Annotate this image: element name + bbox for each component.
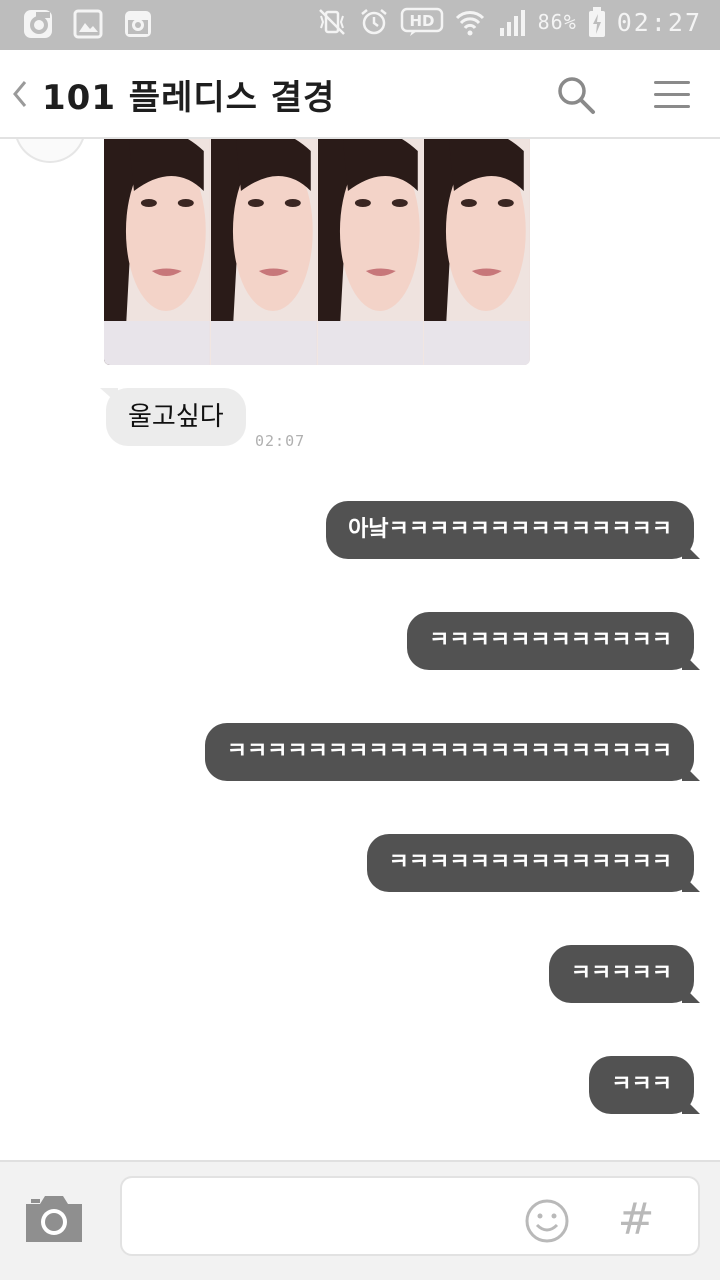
chat-header: 101 플레디스 결경 (0, 50, 720, 139)
hashtag-search-button[interactable]: # (614, 1196, 658, 1244)
message-list[interactable]: 울고싶다 02:07 아낰ㅋㅋㅋㅋㅋㅋㅋㅋㅋㅋㅋㅋㅋㅋ ㅋㅋㅋㅋㅋㅋㅋㅋㅋㅋㅋㅋ… (0, 139, 720, 1160)
image-panel (424, 139, 530, 365)
search-icon[interactable] (555, 74, 597, 116)
status-bar: HD 86% 02:27 (0, 0, 720, 50)
outgoing-bubble-tail (682, 541, 700, 559)
outgoing-bubble-tail (682, 985, 700, 1003)
hd-voice-icon: HD (400, 7, 443, 36)
signal-icon (499, 10, 525, 36)
outgoing-bubble-tail (682, 763, 700, 781)
outgoing-bubble-tail (682, 652, 700, 670)
message-input-bar: # (0, 1160, 720, 1280)
gallery-icon (73, 9, 103, 39)
wifi-icon (455, 11, 484, 36)
message-timestamp: 02:07 (255, 432, 306, 450)
image-panel (104, 139, 211, 365)
outgoing-message-bubble[interactable]: ㅋㅋㅋㅋㅋㅋㅋㅋㅋㅋㅋㅋㅋㅋㅋㅋㅋㅋㅋㅋㅋㅋ (204, 723, 694, 781)
opera-icon (24, 10, 52, 38)
chat-title: 101 플레디스 결경 (42, 78, 336, 118)
svg-text:HD: HD (409, 12, 434, 30)
sender-avatar[interactable] (14, 139, 86, 163)
outgoing-message-bubble[interactable]: 아낰ㅋㅋㅋㅋㅋㅋㅋㅋㅋㅋㅋㅋㅋㅋ (326, 501, 694, 559)
smiley-icon[interactable] (524, 1198, 570, 1244)
outgoing-bubble-tail (682, 1096, 700, 1114)
status-bar-notifications (22, 8, 154, 40)
vibrate-mute-icon (318, 9, 345, 35)
status-time: 02:27 (616, 7, 702, 37)
outgoing-message-bubble[interactable]: ㅋㅋㅋ (589, 1056, 694, 1114)
shared-image-message[interactable] (104, 139, 530, 365)
battery-charging-icon (588, 7, 605, 37)
alarm-icon (360, 9, 387, 35)
chevron-left-icon[interactable] (10, 78, 30, 110)
battery-percent: 86% (537, 10, 577, 34)
hamburger-menu-icon[interactable] (652, 78, 692, 112)
instagram-icon (125, 11, 151, 37)
message-input[interactable] (120, 1176, 700, 1256)
outgoing-message-bubble[interactable]: ㅋㅋㅋㅋㅋㅋㅋㅋㅋㅋㅋㅋㅋㅋ (366, 834, 694, 892)
camera-icon[interactable] (22, 1190, 86, 1246)
image-panel (210, 139, 318, 365)
outgoing-message-bubble[interactable]: ㅋㅋㅋㅋㅋㅋㅋㅋㅋㅋㅋㅋ (407, 612, 694, 670)
image-panel (317, 139, 425, 365)
status-bar-system: HD 86% 02:27 (316, 6, 702, 38)
outgoing-bubble-tail (682, 874, 700, 892)
incoming-message-bubble[interactable]: 울고싶다 (106, 388, 246, 446)
outgoing-message-bubble[interactable]: ㅋㅋㅋㅋㅋ (548, 945, 694, 1003)
